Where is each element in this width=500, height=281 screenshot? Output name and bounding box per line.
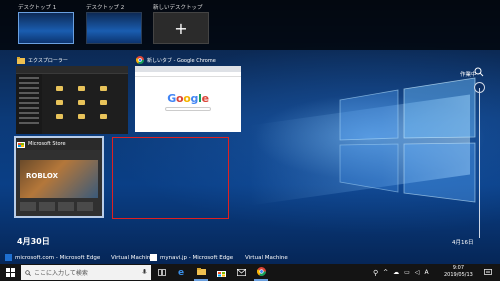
- recent-activity-row: microsoft.com - Microsoft Edge Virtual M…: [0, 251, 500, 264]
- windows-start-icon: [5, 268, 15, 277]
- system-tray: ⚲ ^ ☁ ▭ ◁ A: [373, 264, 434, 281]
- taskbar-edge[interactable]: e: [174, 264, 188, 281]
- explorer-ribbon: [16, 66, 128, 74]
- activity-item[interactable]: Virtual Machine: [245, 251, 288, 264]
- folder-thumb-icon: [56, 100, 63, 105]
- explorer-title: エクスプローラー: [28, 57, 68, 64]
- folder-thumb-icon: [100, 86, 107, 91]
- highlight-box: [112, 137, 229, 219]
- google-logo: Google: [167, 92, 209, 105]
- store-banner: ROBLOX: [20, 160, 98, 198]
- clock-date: 2019/05/13: [444, 272, 473, 278]
- store-app-tiles: [20, 202, 93, 211]
- clock[interactable]: 9:07 2019/05/13: [444, 265, 473, 279]
- network-icon[interactable]: ▭: [404, 269, 410, 276]
- chrome-addressbar: [135, 72, 241, 77]
- activity-item[interactable]: Virtual Machine: [111, 251, 154, 264]
- activity-item[interactable]: mynavi.jp - Microsoft Edge: [150, 251, 233, 264]
- folder-thumb-icon: [56, 86, 63, 91]
- search-placeholder: ここに入力して検索: [34, 270, 88, 277]
- mail-icon: [236, 269, 246, 276]
- explorer-titlebar: エクスプローラー: [16, 54, 128, 66]
- start-button[interactable]: [2, 264, 18, 281]
- volume-icon[interactable]: ◁: [415, 269, 420, 276]
- explorer-preview[interactable]: [16, 66, 128, 134]
- search-icon: [25, 269, 31, 276]
- task-view-button[interactable]: [156, 264, 168, 281]
- people-icon[interactable]: ⚲: [373, 269, 378, 277]
- store-icon: [216, 270, 226, 277]
- new-desktop[interactable]: 新しいデスクトップ +: [153, 4, 209, 44]
- chrome-title: 新しいタブ - Google Chrome: [147, 57, 216, 64]
- store-preview[interactable]: ROBLOX: [16, 150, 102, 216]
- taskbar-mail[interactable]: [234, 264, 248, 281]
- folder-thumb-icon: [100, 100, 107, 105]
- virtual-desktops-strip: デスクトップ 1 デスクトップ 2 新しいデスクトップ +: [0, 0, 500, 50]
- store-titlebar: Microsoft Store: [16, 138, 102, 150]
- chrome-titlebar: 新しいタブ - Google Chrome: [135, 54, 241, 66]
- folder-thumb-icon: [100, 114, 107, 119]
- activity-item-label: mynavi.jp - Microsoft Edge: [160, 254, 234, 261]
- roblox-logo: ROBLOX: [26, 172, 58, 180]
- desktop-1[interactable]: デスクトップ 1: [18, 4, 74, 44]
- action-center-button[interactable]: [481, 264, 495, 281]
- chrome-icon: [136, 56, 144, 64]
- plus-icon: +: [174, 18, 188, 38]
- notification-icon: [484, 269, 492, 275]
- folder-icon: [17, 56, 25, 64]
- folder-thumb-icon: [56, 114, 63, 119]
- taskbar: ここに入力して検索 e ⚲ ^ ☁ ▭ ◁ A 9:07 2019/05/13: [0, 264, 500, 281]
- store-title: Microsoft Store: [28, 141, 66, 147]
- activity-item[interactable]: microsoft.com - Microsoft Edge: [5, 251, 100, 264]
- taskbar-explorer[interactable]: [194, 264, 208, 281]
- activity-item-label: Virtual Machine: [245, 254, 288, 261]
- window-store[interactable]: Microsoft Store ROBLOX: [14, 136, 104, 218]
- windows-logo-wallpaper: [339, 77, 476, 203]
- window-chrome[interactable]: 新しいタブ - Google Chrome Google: [135, 54, 241, 132]
- edge-icon: e: [177, 267, 185, 278]
- desktop-2-thumbnail[interactable]: [86, 12, 142, 44]
- timeline-date-marker: 4月16日: [452, 240, 474, 246]
- folder-thumb-icon: [78, 100, 85, 105]
- activity-item-label: Virtual Machine: [111, 254, 154, 261]
- taskbar-search-box[interactable]: ここに入力して検索: [21, 265, 151, 280]
- window-explorer[interactable]: エクスプローラー: [16, 54, 128, 134]
- chevron-up-icon[interactable]: ^: [383, 269, 388, 276]
- desktop-2-label: デスクトップ 2: [86, 5, 125, 11]
- edge-icon: [5, 254, 12, 261]
- chrome-preview[interactable]: Google: [135, 66, 241, 132]
- cloud-icon[interactable]: ☁: [393, 269, 399, 276]
- clock-time: 9:07: [452, 265, 465, 271]
- store-icon: [17, 140, 25, 148]
- timeline-date-heading: 4月30日: [17, 237, 50, 246]
- folder-thumb-icon: [78, 86, 85, 91]
- desktop-1-thumbnail[interactable]: [18, 12, 74, 44]
- task-view-icon: [158, 269, 166, 276]
- desktop-1-label: デスクトップ 1: [18, 5, 57, 11]
- taskbar-store[interactable]: [214, 264, 228, 281]
- timeline-scrubber-track[interactable]: [479, 88, 480, 238]
- new-desktop-label: 新しいデスクトップ: [153, 5, 203, 11]
- mynavi-icon: [150, 254, 157, 261]
- timeline-now-label: 作業中: [460, 72, 477, 78]
- activity-item-label: microsoft.com - Microsoft Edge: [15, 254, 101, 261]
- microphone-icon: [142, 269, 147, 274]
- explorer-navigation-pane: [16, 74, 42, 134]
- chrome-icon: [256, 267, 266, 276]
- google-search-box: [165, 107, 211, 111]
- ime-icon[interactable]: A: [424, 269, 428, 276]
- new-desktop-button[interactable]: +: [153, 12, 209, 44]
- desktop-2[interactable]: デスクトップ 2: [86, 4, 142, 44]
- folder-icon: [196, 268, 206, 275]
- folder-thumb-icon: [78, 114, 85, 119]
- taskbar-chrome[interactable]: [254, 264, 268, 281]
